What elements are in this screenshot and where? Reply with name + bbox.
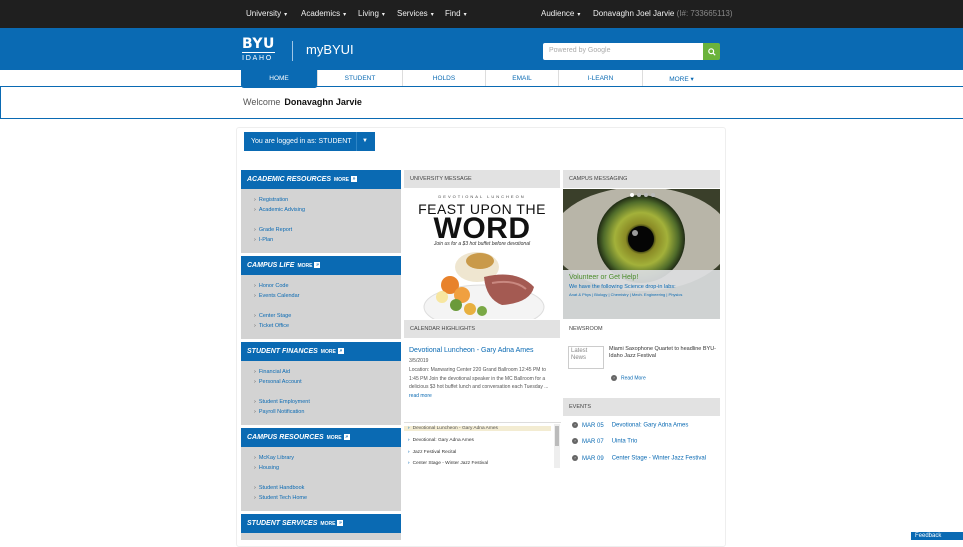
link-student-employment[interactable]: Student Employment [254, 399, 310, 405]
more-icon: » [314, 262, 321, 269]
student-finances-header[interactable]: STUDENT FINANCES MORE» [241, 342, 401, 361]
news-headline[interactable]: Miami Saxophone Quartet to headline BYU-… [609, 346, 719, 360]
student-services-panel [241, 533, 401, 540]
byu-idaho-logo[interactable]: BYU IDAHO [242, 37, 275, 62]
nav-living[interactable]: Living ▾ [358, 9, 385, 18]
featured-event-description: Location: Manwaring Center 220 Grand Bal… [409, 367, 549, 399]
logo-divider [292, 41, 293, 61]
more-icon: » [351, 176, 358, 183]
link-financial-aid[interactable]: Financial Aid [254, 369, 290, 375]
tab-student[interactable]: STUDENT [318, 70, 403, 86]
link-payroll-notification[interactable]: Payroll Notification [254, 409, 305, 415]
site-title[interactable]: myBYUI [306, 42, 354, 57]
calendar-item[interactable]: Center Stage - Winter Jazz Festival [408, 461, 488, 466]
tab-holds[interactable]: HOLDS [403, 70, 486, 86]
more-icon: » [343, 434, 350, 441]
featured-event-title[interactable]: Devotional Luncheon - Gary Adna Ames [409, 347, 534, 354]
link-student-handbook[interactable]: Student Handbook [254, 485, 305, 491]
academic-resources-header[interactable]: ACADEMIC RESOURCES MORE» [241, 170, 401, 189]
tab-email[interactable]: EMAIL [486, 70, 559, 86]
link-iplan[interactable]: I-Plan [254, 237, 273, 243]
campus-life-header[interactable]: CAMPUS LIFE MORE» [241, 256, 401, 275]
newsroom-header: NEWSROOM [563, 320, 720, 338]
event-row[interactable]: › MAR 09 Center Stage - Winter Jazz Festiv… [572, 455, 706, 462]
welcome-name: Donavaghn Jarvie [284, 97, 362, 107]
arrow-right-icon: › [572, 438, 578, 444]
chevron-down-icon: ▼ [362, 138, 368, 144]
site-header [0, 28, 963, 70]
calendar-item[interactable]: Devotional Luncheon - Gary Adna Ames [404, 426, 551, 431]
read-more-link[interactable]: read more [409, 393, 432, 399]
news-read-more[interactable]: › Read More [611, 375, 646, 381]
student-services-header[interactable]: STUDENT SERVICES MORE» [241, 514, 401, 533]
tab-ilearn[interactable]: I-LEARN [559, 70, 643, 86]
calendar-scrollbar[interactable] [554, 424, 560, 468]
calendar-item[interactable]: Devotional: Gary Adna Ames [408, 438, 474, 443]
nav-academics[interactable]: Academics ▾ [301, 9, 346, 18]
arrow-right-icon: › [572, 422, 578, 428]
university-message-header: UNIVERSITY MESSAGE [404, 170, 560, 188]
promo-kicker: DEVOTIONAL LUNCHEON [438, 194, 526, 199]
campus-resources-header[interactable]: CAMPUS RESOURCES MORE» [241, 428, 401, 447]
featured-event-date: 3/5/2019 [409, 358, 429, 364]
university-message-banner[interactable]: DEVOTIONAL LUNCHEON FEAST UPON THE WORD … [404, 189, 560, 319]
top-utility-bar: University ▾ Academics ▾ Living ▾ Services ▾… [0, 0, 963, 28]
search-button[interactable] [703, 43, 720, 60]
event-row[interactable]: › MAR 05 Devotional: Gary Adna Ames [572, 422, 688, 429]
arrow-right-icon: › [572, 455, 578, 461]
link-personal-account[interactable]: Personal Account [254, 379, 302, 385]
welcome-band [0, 86, 963, 119]
more-icon: » [337, 348, 344, 355]
carousel-dots[interactable] [630, 193, 655, 197]
feedback-button[interactable]: Feedback [911, 532, 963, 540]
user-menu[interactable]: Donavaghn Joel Jarvie (I#: 733665113) [593, 9, 733, 18]
nav-university[interactable]: University ▾ [246, 9, 287, 18]
search-icon [707, 47, 716, 56]
events-header: EVENTS [563, 398, 720, 416]
nav-find[interactable]: Find ▾ [445, 9, 467, 18]
link-mckay-library[interactable]: McKay Library [254, 455, 294, 461]
link-housing[interactable]: Housing [254, 465, 279, 471]
link-center-stage[interactable]: Center Stage [254, 313, 291, 319]
food-plate-image [423, 252, 545, 319]
calendar-item[interactable]: Jazz Festival Recital [408, 450, 457, 455]
tab-more[interactable]: MORE ▾ [643, 70, 720, 86]
news-thumbnail[interactable]: Latest News [568, 346, 604, 369]
main-tabs: HOME STUDENT HOLDS EMAIL I-LEARN MORE ▾ [241, 70, 720, 88]
nav-services[interactable]: Services ▾ [397, 9, 434, 18]
link-ticket-office[interactable]: Ticket Office [254, 323, 289, 329]
more-icon: » [337, 520, 344, 527]
calendar-list: Devotional Luncheon - Gary Adna Ames Dev… [404, 422, 561, 470]
event-row[interactable]: › MAR 07 Uinta Trio [572, 438, 637, 445]
link-honor-code[interactable]: Honor Code [254, 283, 289, 289]
welcome-message: Welcome Donavaghn Jarvie [243, 97, 362, 107]
link-grade-report[interactable]: Grade Report [254, 227, 292, 233]
link-academic-advising[interactable]: Academic Advising [254, 207, 305, 213]
link-student-tech-home[interactable]: Student Tech Home [254, 495, 307, 501]
campus-messaging-header: CAMPUS MESSAGING [563, 170, 720, 188]
campus-messaging-caption: Volunteer or Get Help! We have the follo… [563, 270, 720, 319]
arrow-right-icon: › [611, 375, 617, 381]
audience-menu[interactable]: Audience ▾ [541, 9, 580, 18]
link-events-calendar[interactable]: Events Calendar [254, 293, 300, 299]
search-input[interactable]: Powered by Google [543, 43, 703, 60]
role-selector[interactable]: You are logged in as: STUDENT ▼ [244, 132, 375, 151]
calendar-highlights-header: CALENDAR HIGHLIGHTS [404, 320, 560, 338]
link-registration[interactable]: Registration [254, 197, 288, 203]
